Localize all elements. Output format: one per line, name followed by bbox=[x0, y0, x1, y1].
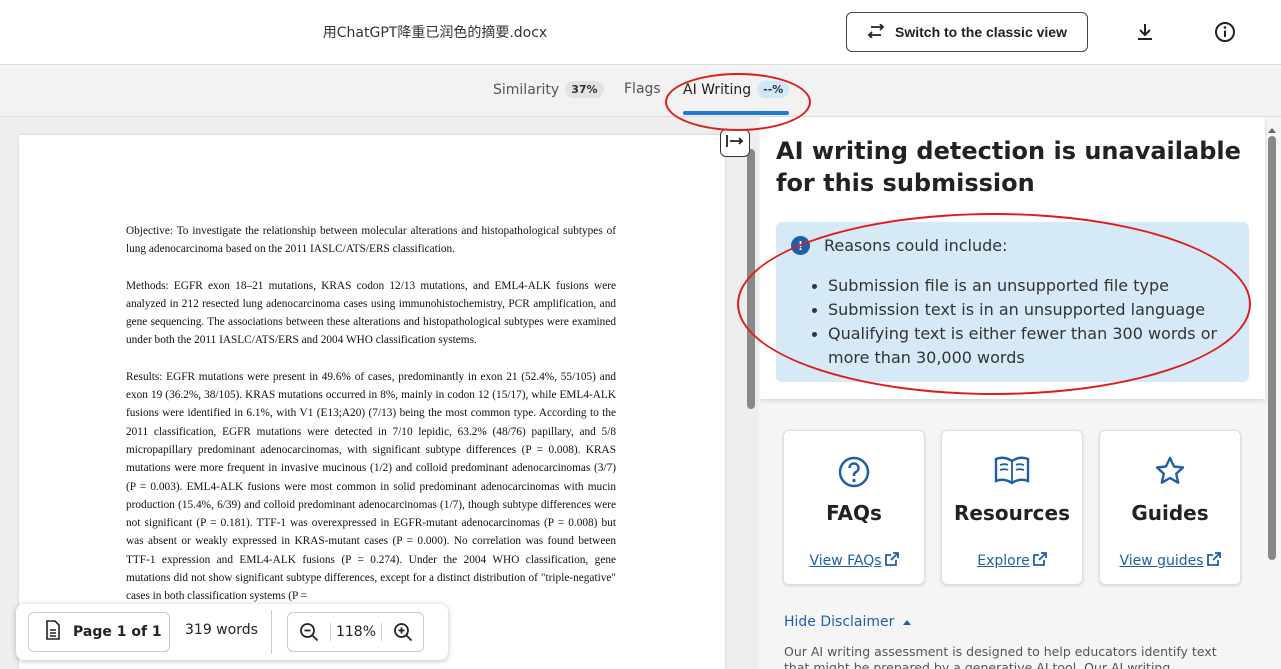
tab-ai-writing[interactable]: AI Writing --% bbox=[683, 81, 790, 98]
unavailable-card: AI writing detection is unavailable for … bbox=[760, 117, 1265, 399]
toolbar-divider bbox=[271, 610, 272, 654]
paragraph-objective: Objective: To investigate the relationsh… bbox=[126, 225, 616, 256]
view-faqs-link[interactable]: View FAQs bbox=[784, 552, 924, 570]
ai-writing-badge: --% bbox=[757, 81, 790, 98]
switch-classic-view-button[interactable]: Switch to the classic view bbox=[846, 12, 1088, 52]
paragraph-results: Results: EGFR mutations were present in … bbox=[126, 370, 616, 603]
active-tab-indicator bbox=[683, 111, 789, 115]
page-label: Page 1 of 1 bbox=[73, 624, 162, 640]
explore-link[interactable]: Explore bbox=[942, 552, 1082, 570]
guides-card: Guides View guides bbox=[1099, 430, 1241, 585]
star-icon bbox=[1100, 455, 1240, 487]
reasons-box: ! Reasons could include: Submission file… bbox=[776, 222, 1249, 382]
page-navigation-button[interactable]: Page 1 of 1 bbox=[28, 612, 170, 652]
zoom-level: 118% bbox=[330, 623, 382, 641]
zoom-controls: 118% bbox=[287, 612, 424, 652]
paragraph-methods: Methods: EGFR exon 18–21 mutations, KRAS… bbox=[126, 279, 616, 347]
info-icon[interactable] bbox=[1213, 20, 1237, 44]
hide-disclaimer-toggle[interactable]: Hide Disclaimer bbox=[784, 614, 912, 630]
reason-item: Submission file is an unsupported file t… bbox=[812, 274, 1238, 298]
reasons-list: Submission file is an unsupported file t… bbox=[812, 274, 1238, 370]
view-faqs-label: View FAQs bbox=[809, 553, 882, 569]
hide-disclaimer-label: Hide Disclaimer bbox=[784, 614, 895, 630]
document-page: Objective: To investigate the relationsh… bbox=[19, 135, 725, 669]
document-viewer: Objective: To investigate the relationsh… bbox=[0, 117, 759, 669]
panel-title: AI writing detection is unavailable for … bbox=[776, 137, 1241, 197]
tab-flags-label: Flags bbox=[624, 81, 661, 97]
guides-title: Guides bbox=[1131, 501, 1209, 525]
tab-flags[interactable]: Flags bbox=[624, 81, 661, 97]
collapse-panel-button[interactable] bbox=[720, 129, 750, 157]
word-count: 319 words bbox=[185, 622, 258, 638]
switch-classic-view-label: Switch to the classic view bbox=[895, 24, 1067, 40]
document-toolbar: Page 1 of 1 319 words 118% bbox=[16, 604, 448, 660]
document-icon bbox=[45, 620, 61, 644]
zoom-out-button[interactable] bbox=[288, 613, 330, 651]
faqs-title: FAQs bbox=[826, 501, 882, 525]
document-filename: 用ChatGPT降重已润色的摘要.docx bbox=[322, 25, 548, 41]
reason-item: Qualifying text is either fewer than 300… bbox=[812, 322, 1238, 370]
tab-similarity-label: Similarity bbox=[493, 81, 560, 98]
scroll-up-arrow-icon[interactable] bbox=[1268, 121, 1276, 133]
tab-similarity[interactable]: Similarity 37% bbox=[493, 81, 604, 98]
caret-up-icon bbox=[902, 614, 912, 630]
zoom-out-icon bbox=[300, 623, 319, 642]
open-book-icon bbox=[942, 455, 1082, 485]
question-circle-icon bbox=[784, 455, 924, 489]
similarity-badge: 37% bbox=[565, 81, 604, 98]
reason-item: Submission text is in an unsupported lan… bbox=[812, 298, 1238, 322]
external-link-icon bbox=[1206, 552, 1221, 570]
view-guides-label: View guides bbox=[1119, 553, 1204, 569]
view-guides-link[interactable]: View guides bbox=[1100, 552, 1240, 570]
reasons-intro: Reasons could include: bbox=[824, 236, 1008, 255]
info-circle-icon: ! bbox=[791, 236, 810, 255]
document-scrollbar[interactable] bbox=[747, 149, 755, 409]
zoom-in-icon bbox=[394, 623, 413, 642]
tab-ai-writing-label: AI Writing bbox=[683, 81, 752, 98]
download-icon[interactable] bbox=[1133, 20, 1157, 44]
faqs-card: FAQs View FAQs bbox=[783, 430, 925, 585]
resources-title: Resources bbox=[953, 501, 1071, 525]
external-link-icon bbox=[1032, 552, 1047, 570]
disclaimer-text: Our AI writing assessment is designed to… bbox=[784, 644, 1217, 669]
collapse-arrow-icon bbox=[725, 134, 745, 153]
resources-card: Resources Explore bbox=[941, 430, 1083, 585]
ai-writing-panel: AI writing detection is unavailable for … bbox=[760, 117, 1281, 669]
swap-arrows-icon bbox=[867, 22, 885, 41]
tab-bar: Similarity 37% Flags AI Writing --% bbox=[0, 66, 1281, 117]
panel-scrollbar[interactable] bbox=[1268, 136, 1276, 560]
top-header: 用ChatGPT降重已润色的摘要.docx Switch to the clas… bbox=[0, 0, 1281, 65]
zoom-in-button[interactable] bbox=[382, 613, 424, 651]
explore-label: Explore bbox=[977, 553, 1030, 569]
document-text: Objective: To investigate the relationsh… bbox=[126, 222, 616, 624]
external-link-icon bbox=[884, 552, 899, 570]
